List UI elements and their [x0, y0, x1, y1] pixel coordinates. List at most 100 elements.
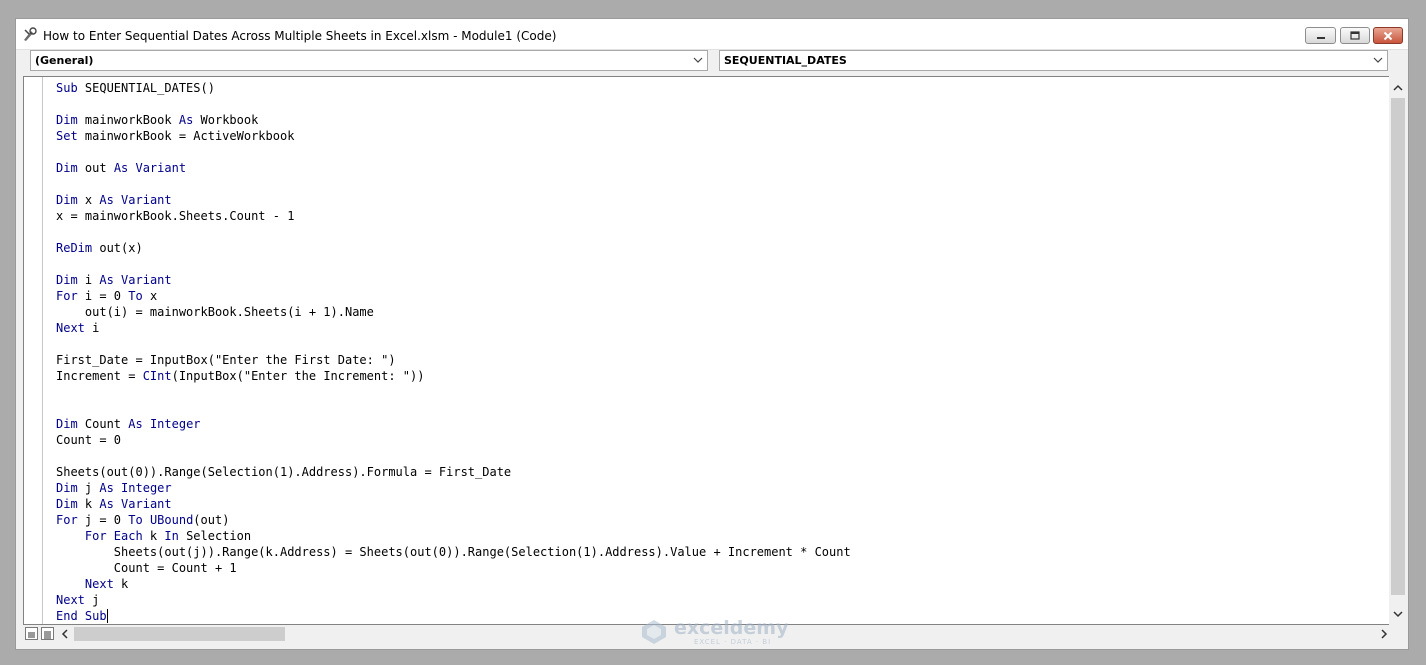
code-line[interactable] [56, 176, 851, 192]
code-editor[interactable]: Sub SEQUENTIAL_DATES() Dim mainworkBook A… [23, 76, 1397, 625]
code-token: j [77, 481, 100, 495]
code-token: k [142, 529, 165, 543]
vertical-scrollbar[interactable] [1389, 76, 1407, 625]
procedure-view-icon [28, 632, 35, 638]
horizontal-scroll-thumb[interactable] [74, 627, 285, 641]
watermark-tagline: EXCEL · DATA · BI [694, 637, 772, 646]
code-line[interactable]: Dim Count As Integer [56, 416, 851, 432]
procedure-dropdown-value: SEQUENTIAL_DATES [724, 54, 847, 67]
code-token: Increment = [56, 369, 143, 383]
code-keyword: As Variant [99, 273, 172, 287]
code-token: j = 0 [77, 513, 129, 527]
code-token: Sheets(out(0)).Range(Selection(1).Addres… [56, 465, 512, 479]
scroll-right-button[interactable] [1377, 627, 1391, 641]
code-token: i [84, 321, 100, 335]
chevron-left-icon [61, 629, 68, 639]
code-keyword: Next [56, 593, 85, 607]
code-keyword: As Variant [113, 161, 187, 175]
code-keyword: As Integer [99, 481, 172, 495]
code-token: Sheets(out(j)).Range(k.Address) = Sheets… [56, 545, 851, 559]
code-keyword: Dim [56, 113, 78, 127]
code-line[interactable] [56, 384, 851, 400]
margin-indicator-bar[interactable] [24, 77, 43, 624]
code-line[interactable]: Dim j As Integer [56, 480, 851, 496]
vertical-scroll-thumb[interactable] [1391, 98, 1405, 595]
code-line[interactable] [56, 256, 851, 272]
code-token: Count [77, 417, 129, 431]
close-button[interactable] [1373, 27, 1403, 44]
code-line[interactable]: Next k [56, 576, 851, 592]
code-line[interactable]: Dim i As Variant [56, 272, 851, 288]
scroll-left-button[interactable] [57, 627, 71, 641]
minimize-button[interactable] [1305, 27, 1336, 44]
chevron-down-icon[interactable] [692, 54, 704, 66]
code-line[interactable]: x = mainworkBook.Sheets.Count - 1 [56, 208, 851, 224]
code-line[interactable]: Sheets(out(j)).Range(k.Address) = Sheets… [56, 544, 851, 560]
code-token: Selection [178, 529, 252, 543]
code-token: i [77, 273, 100, 287]
code-token: First_Date = InputBox("Enter the First D… [56, 353, 396, 367]
scroll-up-button[interactable] [1391, 80, 1405, 94]
code-line[interactable]: Sub SEQUENTIAL_DATES() [56, 80, 851, 96]
full-module-view-button[interactable] [41, 627, 54, 640]
vbe-code-window: How to Enter Sequential Dates Across Mul… [15, 18, 1409, 650]
procedure-view-button[interactable] [25, 627, 38, 640]
code-keyword: As Variant [99, 193, 172, 207]
code-line[interactable]: Count = 0 [56, 432, 851, 448]
code-line[interactable]: For Each k In Selection [56, 528, 851, 544]
code-token: (out) [193, 513, 230, 527]
code-line[interactable]: Dim mainworkBook As Workbook [56, 112, 851, 128]
code-token: i = 0 [77, 289, 129, 303]
code-line[interactable] [56, 144, 851, 160]
code-keyword: Dim [56, 273, 78, 287]
vbe-module-icon [24, 27, 37, 41]
procedure-dropdown[interactable]: SEQUENTIAL_DATES [719, 50, 1388, 71]
code-line[interactable]: First_Date = InputBox("Enter the First D… [56, 352, 851, 368]
code-line[interactable] [56, 400, 851, 416]
code-line[interactable]: For j = 0 To UBound(out) [56, 512, 851, 528]
code-line[interactable]: Set mainworkBook = ActiveWorkbook [56, 128, 851, 144]
code-keyword: Next [56, 321, 85, 335]
code-token: x = mainworkBook.Sheets.Count - 1 [56, 209, 295, 223]
code-line[interactable]: Dim x As Variant [56, 192, 851, 208]
chevron-down-icon[interactable] [1372, 54, 1384, 66]
code-line[interactable]: out(i) = mainworkBook.Sheets(i + 1).Name [56, 304, 851, 320]
code-line[interactable]: Sheets(out(0)).Range(Selection(1).Addres… [56, 464, 851, 480]
code-token: x [77, 193, 100, 207]
object-dropdown[interactable]: (General) [30, 50, 708, 71]
code-line[interactable]: ReDim out(x) [56, 240, 851, 256]
code-token: out(x) [92, 241, 143, 255]
code-line[interactable]: Next j [56, 592, 851, 608]
code-line[interactable]: Next i [56, 320, 851, 336]
code-line[interactable] [56, 96, 851, 112]
watermark: exceldemy EXCEL · DATA · BI [640, 617, 788, 647]
code-token: Count = Count + 1 [56, 561, 237, 575]
maximize-button[interactable] [1340, 27, 1370, 44]
code-token: (InputBox("Enter the Increment: ")) [171, 369, 425, 383]
maximize-icon [1350, 31, 1360, 40]
code-keyword: Dim [56, 193, 78, 207]
code-line[interactable]: Increment = CInt(InputBox("Enter the Inc… [56, 368, 851, 384]
code-line[interactable]: Dim k As Variant [56, 496, 851, 512]
code-keyword: Dim [56, 417, 78, 431]
chevron-right-icon [1380, 629, 1387, 639]
code-keyword: As Variant [99, 497, 172, 511]
code-keyword: Sub [56, 81, 78, 95]
exceldemy-logo-icon [642, 620, 666, 644]
code-keyword: Dim [56, 497, 78, 511]
code-keyword: As [178, 113, 194, 127]
scroll-down-button[interactable] [1391, 607, 1405, 621]
code-line[interactable]: Count = Count + 1 [56, 560, 851, 576]
code-line[interactable] [56, 224, 851, 240]
code-line[interactable] [56, 336, 851, 352]
code-line[interactable]: Dim out As Variant [56, 160, 851, 176]
code-line[interactable]: For i = 0 To x [56, 288, 851, 304]
title-bar[interactable]: How to Enter Sequential Dates Across Mul… [16, 19, 1408, 50]
code-token: SEQUENTIAL_DATES() [77, 81, 215, 95]
code-keyword: For [56, 513, 78, 527]
code-keyword: ReDim [56, 241, 93, 255]
code-line[interactable] [56, 448, 851, 464]
code-text[interactable]: Sub SEQUENTIAL_DATES() Dim mainworkBook A… [56, 80, 851, 624]
code-token: Count = 0 [56, 433, 122, 447]
window-title: How to Enter Sequential Dates Across Mul… [43, 29, 557, 43]
